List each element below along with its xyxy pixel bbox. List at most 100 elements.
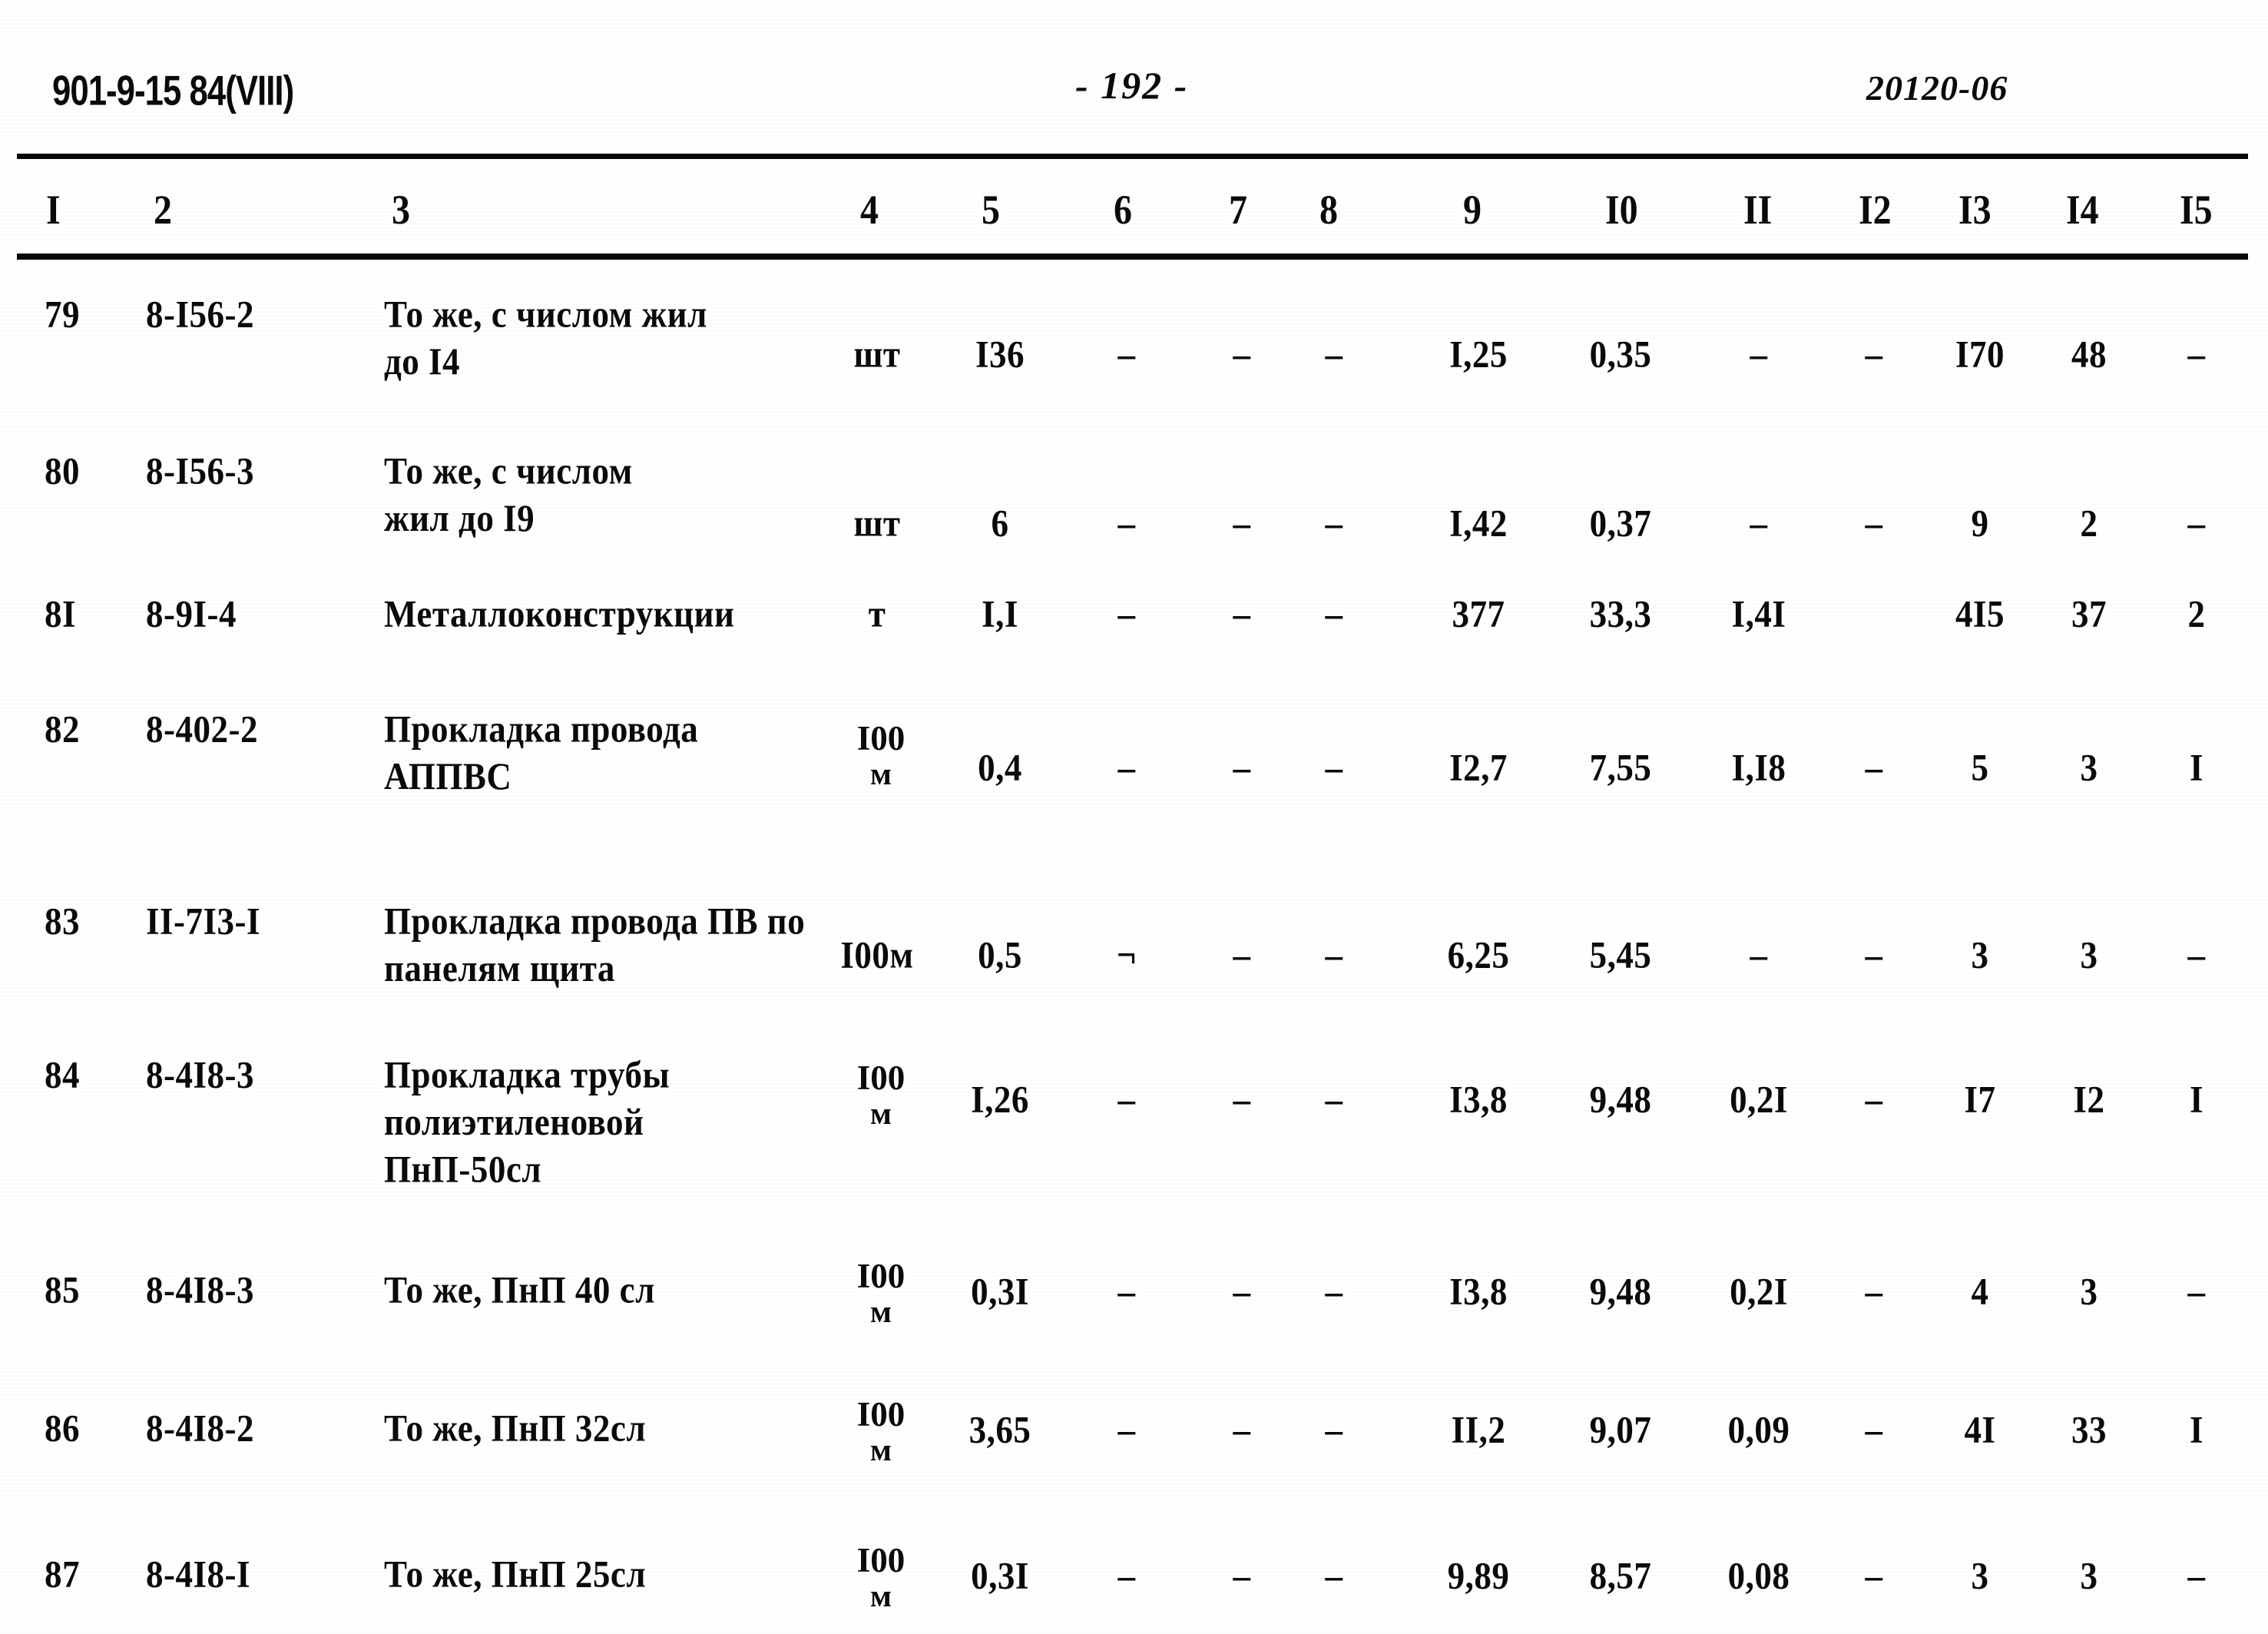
row-cell-c14: 3 (2080, 746, 2098, 789)
row-cell-c6: – (1117, 333, 1136, 376)
row-cell-c14: 3 (2080, 1554, 2098, 1597)
row-number: 8I (45, 592, 77, 635)
row-cell-c12: – (1865, 1408, 1883, 1451)
row-cell-c7: – (1233, 502, 1251, 545)
row-cell-c7: – (1233, 1408, 1251, 1451)
row-cell-c10: 9,07 (1589, 1408, 1652, 1451)
row-unit-value: I00 (856, 719, 906, 757)
row-cell-c13: 3 (1971, 1554, 1989, 1597)
row-cell-c13: 9 (1971, 502, 1989, 545)
row-unit: I00м (831, 721, 931, 791)
row-cell-c9: 377 (1452, 592, 1505, 635)
row-cell-c6: – (1117, 1554, 1136, 1597)
row-code: 8-4I8-3 (146, 1268, 254, 1311)
row-cell-c14: 33 (2071, 1408, 2107, 1451)
row-cell-c6: – (1117, 1078, 1136, 1121)
row-cell-c6: – (1117, 1270, 1136, 1313)
row-cell-c5: I36 (975, 333, 1025, 376)
row-unit-suffix: м (870, 1294, 892, 1329)
row-name: То же, ПнП 25сл (384, 1553, 647, 1596)
row-unit-value: I00 (856, 1541, 906, 1579)
row-cell-c10: 9,48 (1589, 1078, 1652, 1121)
row-cell-c11: – (1750, 333, 1768, 376)
row-cell-c14: 3 (2080, 933, 2098, 976)
row-unit-suffix: м (870, 1578, 892, 1613)
row-code: 8-4I8-3 (146, 1053, 254, 1096)
row-cell-c9: I,25 (1449, 333, 1508, 376)
row-unit-suffix: м (870, 1432, 892, 1467)
row-cell-c14: 37 (2071, 592, 2107, 635)
row-cell-c7: – (1233, 592, 1251, 635)
row-number: 87 (45, 1553, 80, 1596)
row-cell-c15: – (2187, 1554, 2206, 1597)
row-cell-c11: – (1750, 933, 1768, 976)
row-cell-c7: – (1233, 1078, 1251, 1121)
row-cell-c9: I2,7 (1449, 746, 1508, 789)
row-number: 80 (45, 449, 80, 492)
row-unit: I00м (840, 933, 914, 976)
row-cell-c14: 3 (2080, 1270, 2098, 1313)
row-cell-c15: I (2189, 1408, 2203, 1451)
row-unit-suffix: м (870, 1095, 892, 1131)
row-cell-c8: – (1325, 1078, 1343, 1121)
row-code: 8-402-2 (146, 708, 258, 751)
row-cell-c9: I,42 (1449, 502, 1508, 545)
row-cell-c11: I,I8 (1731, 746, 1786, 789)
row-cell-c13: I70 (1955, 333, 2005, 376)
row-cell-c6: – (1117, 592, 1136, 635)
row-cell-c7: – (1233, 333, 1251, 376)
row-cell-c10: 33,3 (1589, 592, 1652, 635)
row-code: 8-4I8-2 (146, 1407, 254, 1450)
row-cell-c6: – (1117, 502, 1136, 545)
row-cell-c5: 3,65 (968, 1408, 1031, 1451)
table-body: 79 8-I56-2 То же, с числом жил до I4 шт I36 –… (0, 0, 2268, 1634)
row-cell-c11: – (1750, 502, 1768, 545)
row-cell-c6: ¬ (1116, 933, 1137, 976)
row-number: 85 (45, 1268, 80, 1311)
row-cell-c10: 7,55 (1589, 746, 1652, 789)
row-cell-c11: 0,08 (1727, 1554, 1790, 1597)
row-cell-c7: – (1233, 746, 1251, 789)
row-cell-c9: II,2 (1451, 1408, 1506, 1451)
row-unit: I00м (831, 1060, 931, 1131)
row-cell-c13: 4I5 (1955, 592, 2005, 635)
row-cell-c13: 5 (1971, 746, 1989, 789)
row-number: 86 (45, 1407, 80, 1450)
row-cell-c7: – (1233, 933, 1251, 976)
row-cell-c9: I3,8 (1449, 1270, 1508, 1313)
row-cell-c12: – (1865, 1554, 1883, 1597)
row-unit: I00м (831, 1543, 931, 1613)
row-cell-c15: – (2187, 333, 2206, 376)
row-cell-c7: – (1233, 1270, 1251, 1313)
row-cell-c5: 0,4 (978, 746, 1022, 789)
row-cell-c10: 8,57 (1589, 1554, 1652, 1597)
row-number: 83 (45, 900, 80, 943)
row-name: Прокладка провода ПВ по панелям щита (384, 900, 806, 989)
row-cell-c15: 2 (2187, 592, 2206, 635)
row-code: 8-I56-2 (146, 293, 254, 336)
row-cell-c5: 0,3I (971, 1554, 1029, 1597)
row-cell-c12: – (1865, 502, 1883, 545)
row-cell-c9: I3,8 (1449, 1078, 1508, 1121)
row-cell-c10: 9,48 (1589, 1270, 1652, 1313)
row-cell-c9: 6,25 (1447, 933, 1510, 976)
row-cell-c9: 9,89 (1447, 1554, 1510, 1597)
row-cell-c10: 5,45 (1589, 933, 1652, 976)
row-number: 84 (45, 1053, 80, 1096)
row-cell-c15: – (2187, 1270, 2206, 1313)
row-cell-c8: – (1325, 933, 1343, 976)
row-name: Металлоконструкции (384, 592, 735, 635)
row-name: Прокладка провода АППВС (384, 708, 699, 797)
row-unit: шт (853, 502, 901, 545)
row-name: То же, с числом жил до I4 (384, 293, 707, 383)
row-cell-c8: – (1325, 502, 1343, 545)
row-code: 8-4I8-I (146, 1553, 250, 1596)
row-cell-c15: – (2187, 502, 2206, 545)
row-cell-c12: – (1865, 1270, 1883, 1313)
row-number: 82 (45, 708, 80, 751)
row-cell-c14: 2 (2080, 502, 2098, 545)
row-cell-c11: I,4I (1731, 592, 1786, 635)
row-cell-c12: – (1865, 746, 1883, 789)
row-number: 79 (45, 293, 80, 336)
row-code: 8-I56-3 (146, 449, 254, 492)
